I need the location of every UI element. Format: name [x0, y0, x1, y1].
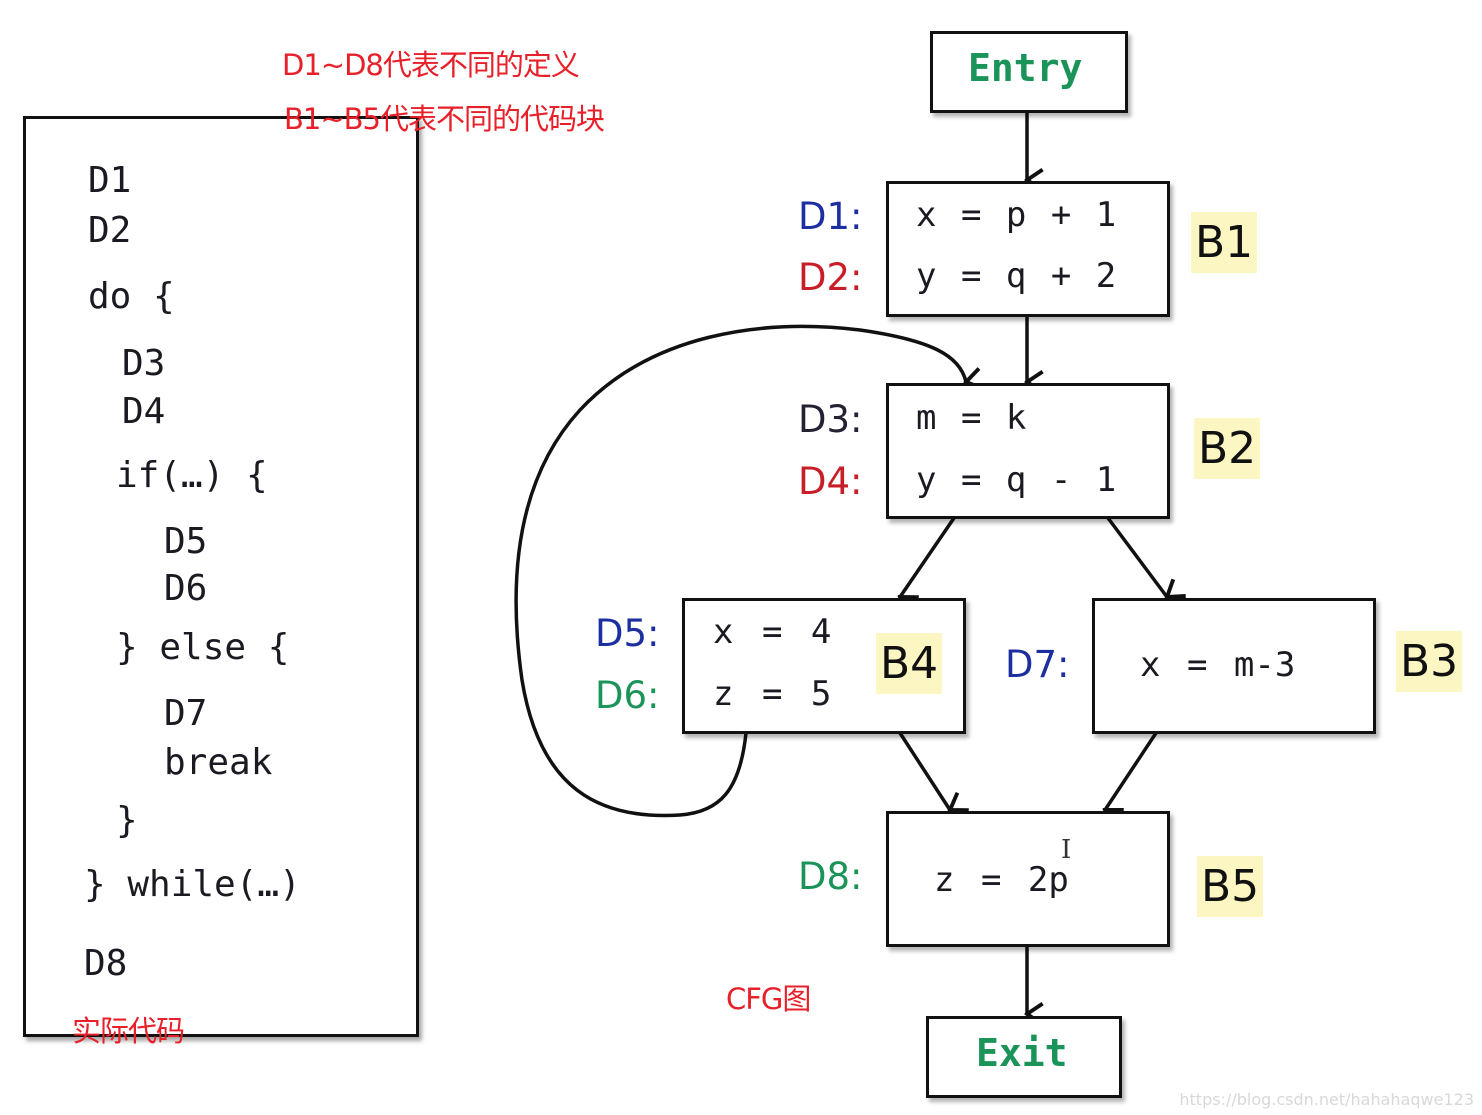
stmt-d5: x = 4: [713, 612, 832, 652]
def-label-d7: D7:: [1005, 643, 1070, 686]
stmt-d6: z = 5: [713, 674, 832, 714]
entry-label: Entry: [968, 46, 1083, 90]
edge-b2-b3: [1106, 516, 1167, 597]
exit-label: Exit: [976, 1031, 1068, 1075]
stmt-d2: y = q + 2: [916, 256, 1117, 296]
def-label-d3: D3:: [798, 398, 863, 441]
edge-b4-b5: [898, 732, 950, 810]
def-label-d6: D6:: [595, 674, 660, 717]
edge-b2-b4: [900, 517, 956, 597]
cfg-edges: [514, 112, 1482, 1115]
stmt-d4: y = q - 1: [916, 460, 1117, 500]
block-label-b2: B2: [1194, 418, 1261, 480]
stmt-d3: m = k: [916, 398, 1027, 438]
block-label-b3: B3: [1396, 631, 1463, 693]
block-label-b1: B1: [1191, 212, 1258, 274]
stmt-d1: x = p + 1: [916, 195, 1117, 235]
def-label-d1: D1:: [798, 195, 863, 238]
block-label-b4: B4: [876, 633, 943, 695]
def-label-d5: D5:: [595, 612, 660, 655]
stmt-d8: z = 2p: [934, 860, 1069, 900]
stmt-d7: x = m-3: [1140, 645, 1296, 685]
block-label-b5: B5: [1197, 856, 1264, 918]
def-label-d8: D8:: [798, 855, 863, 898]
text-cursor-icon: I: [1061, 835, 1072, 865]
watermark: https://blog.csdn.net/hahahaqwe123: [1179, 1090, 1474, 1109]
edge-b3-b5: [1105, 732, 1158, 810]
def-label-d4: D4:: [798, 460, 863, 503]
def-label-d2: D2:: [798, 256, 863, 299]
